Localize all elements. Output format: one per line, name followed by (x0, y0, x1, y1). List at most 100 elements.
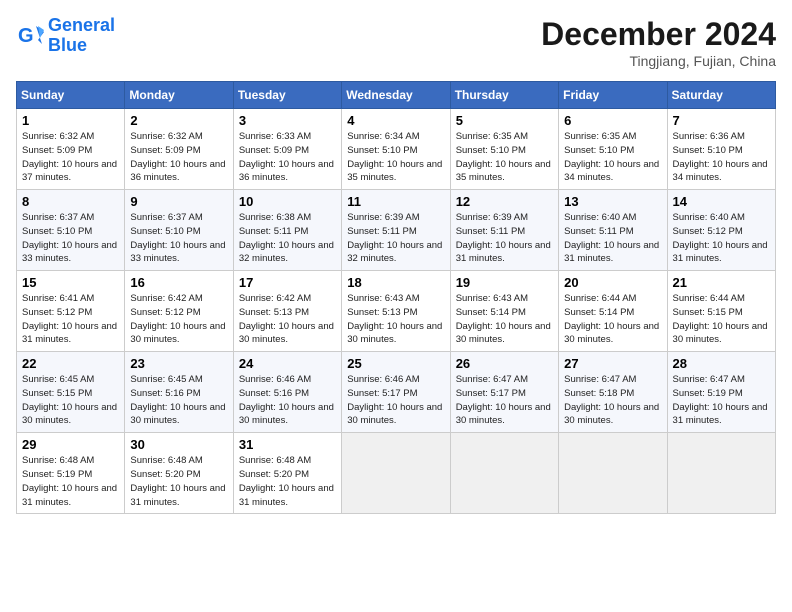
day-number: 21 (673, 275, 770, 290)
day-number: 26 (456, 356, 553, 371)
title-block: December 2024 Tingjiang, Fujian, China (541, 16, 776, 69)
day-number: 30 (130, 437, 227, 452)
day-info: Sunrise: 6:46 AMSunset: 5:16 PMDaylight:… (239, 373, 336, 428)
weekday-header: Saturday (667, 82, 775, 109)
day-info: Sunrise: 6:32 AMSunset: 5:09 PMDaylight:… (22, 130, 119, 185)
logo-line1: General (48, 15, 115, 35)
day-number: 9 (130, 194, 227, 209)
weekday-header: Sunday (17, 82, 125, 109)
calendar-day-cell: 13 Sunrise: 6:40 AMSunset: 5:11 PMDaylig… (559, 190, 667, 271)
day-info: Sunrise: 6:40 AMSunset: 5:12 PMDaylight:… (673, 211, 770, 266)
calendar-day-cell: 29 Sunrise: 6:48 AMSunset: 5:19 PMDaylig… (17, 433, 125, 514)
calendar-day-cell: 20 Sunrise: 6:44 AMSunset: 5:14 PMDaylig… (559, 271, 667, 352)
day-number: 1 (22, 113, 119, 128)
calendar-day-cell: 14 Sunrise: 6:40 AMSunset: 5:12 PMDaylig… (667, 190, 775, 271)
calendar-day-cell: 4 Sunrise: 6:34 AMSunset: 5:10 PMDayligh… (342, 109, 450, 190)
day-number: 16 (130, 275, 227, 290)
location-title: Tingjiang, Fujian, China (541, 53, 776, 69)
day-info: Sunrise: 6:38 AMSunset: 5:11 PMDaylight:… (239, 211, 336, 266)
calendar-day-cell: 26 Sunrise: 6:47 AMSunset: 5:17 PMDaylig… (450, 352, 558, 433)
day-info: Sunrise: 6:48 AMSunset: 5:20 PMDaylight:… (239, 454, 336, 509)
calendar-day-cell: 28 Sunrise: 6:47 AMSunset: 5:19 PMDaylig… (667, 352, 775, 433)
day-number: 12 (456, 194, 553, 209)
day-number: 10 (239, 194, 336, 209)
day-number: 29 (22, 437, 119, 452)
day-info: Sunrise: 6:47 AMSunset: 5:18 PMDaylight:… (564, 373, 661, 428)
day-number: 17 (239, 275, 336, 290)
logo-icon: G (16, 22, 44, 50)
calendar-table: SundayMondayTuesdayWednesdayThursdayFrid… (16, 81, 776, 514)
day-number: 23 (130, 356, 227, 371)
day-info: Sunrise: 6:32 AMSunset: 5:09 PMDaylight:… (130, 130, 227, 185)
day-info: Sunrise: 6:37 AMSunset: 5:10 PMDaylight:… (130, 211, 227, 266)
day-info: Sunrise: 6:45 AMSunset: 5:15 PMDaylight:… (22, 373, 119, 428)
day-info: Sunrise: 6:36 AMSunset: 5:10 PMDaylight:… (673, 130, 770, 185)
calendar-day-cell: 2 Sunrise: 6:32 AMSunset: 5:09 PMDayligh… (125, 109, 233, 190)
day-info: Sunrise: 6:47 AMSunset: 5:19 PMDaylight:… (673, 373, 770, 428)
day-number: 2 (130, 113, 227, 128)
day-number: 28 (673, 356, 770, 371)
calendar-day-cell: 27 Sunrise: 6:47 AMSunset: 5:18 PMDaylig… (559, 352, 667, 433)
weekday-header: Tuesday (233, 82, 341, 109)
calendar-day-cell: 22 Sunrise: 6:45 AMSunset: 5:15 PMDaylig… (17, 352, 125, 433)
day-info: Sunrise: 6:43 AMSunset: 5:13 PMDaylight:… (347, 292, 444, 347)
calendar-day-cell: 9 Sunrise: 6:37 AMSunset: 5:10 PMDayligh… (125, 190, 233, 271)
day-number: 5 (456, 113, 553, 128)
calendar-day-cell: 3 Sunrise: 6:33 AMSunset: 5:09 PMDayligh… (233, 109, 341, 190)
month-title: December 2024 (541, 16, 776, 53)
weekday-header: Monday (125, 82, 233, 109)
day-number: 6 (564, 113, 661, 128)
logo-text: General Blue (48, 16, 115, 56)
day-number: 7 (673, 113, 770, 128)
calendar-day-cell: 12 Sunrise: 6:39 AMSunset: 5:11 PMDaylig… (450, 190, 558, 271)
day-number: 11 (347, 194, 444, 209)
day-number: 25 (347, 356, 444, 371)
day-number: 20 (564, 275, 661, 290)
logo-line2: Blue (48, 35, 87, 55)
page-header: G General Blue December 2024 Tingjiang, … (16, 16, 776, 69)
day-info: Sunrise: 6:44 AMSunset: 5:15 PMDaylight:… (673, 292, 770, 347)
day-number: 18 (347, 275, 444, 290)
day-info: Sunrise: 6:35 AMSunset: 5:10 PMDaylight:… (564, 130, 661, 185)
day-info: Sunrise: 6:39 AMSunset: 5:11 PMDaylight:… (456, 211, 553, 266)
calendar-day-cell: 16 Sunrise: 6:42 AMSunset: 5:12 PMDaylig… (125, 271, 233, 352)
calendar-week-row: 22 Sunrise: 6:45 AMSunset: 5:15 PMDaylig… (17, 352, 776, 433)
calendar-header-row: SundayMondayTuesdayWednesdayThursdayFrid… (17, 82, 776, 109)
day-number: 27 (564, 356, 661, 371)
calendar-day-cell: 19 Sunrise: 6:43 AMSunset: 5:14 PMDaylig… (450, 271, 558, 352)
day-number: 24 (239, 356, 336, 371)
day-number: 15 (22, 275, 119, 290)
svg-text:G: G (18, 25, 34, 47)
calendar-day-cell: 6 Sunrise: 6:35 AMSunset: 5:10 PMDayligh… (559, 109, 667, 190)
day-info: Sunrise: 6:34 AMSunset: 5:10 PMDaylight:… (347, 130, 444, 185)
day-info: Sunrise: 6:45 AMSunset: 5:16 PMDaylight:… (130, 373, 227, 428)
day-info: Sunrise: 6:39 AMSunset: 5:11 PMDaylight:… (347, 211, 444, 266)
calendar-body: 1 Sunrise: 6:32 AMSunset: 5:09 PMDayligh… (17, 109, 776, 514)
calendar-day-cell (450, 433, 558, 514)
calendar-day-cell: 15 Sunrise: 6:41 AMSunset: 5:12 PMDaylig… (17, 271, 125, 352)
day-info: Sunrise: 6:48 AMSunset: 5:20 PMDaylight:… (130, 454, 227, 509)
day-info: Sunrise: 6:46 AMSunset: 5:17 PMDaylight:… (347, 373, 444, 428)
day-number: 3 (239, 113, 336, 128)
calendar-day-cell: 21 Sunrise: 6:44 AMSunset: 5:15 PMDaylig… (667, 271, 775, 352)
calendar-day-cell: 30 Sunrise: 6:48 AMSunset: 5:20 PMDaylig… (125, 433, 233, 514)
day-info: Sunrise: 6:33 AMSunset: 5:09 PMDaylight:… (239, 130, 336, 185)
calendar-day-cell: 8 Sunrise: 6:37 AMSunset: 5:10 PMDayligh… (17, 190, 125, 271)
weekday-header: Wednesday (342, 82, 450, 109)
day-info: Sunrise: 6:43 AMSunset: 5:14 PMDaylight:… (456, 292, 553, 347)
calendar-day-cell (667, 433, 775, 514)
day-number: 4 (347, 113, 444, 128)
day-info: Sunrise: 6:41 AMSunset: 5:12 PMDaylight:… (22, 292, 119, 347)
weekday-header: Friday (559, 82, 667, 109)
logo: G General Blue (16, 16, 115, 56)
calendar-day-cell: 17 Sunrise: 6:42 AMSunset: 5:13 PMDaylig… (233, 271, 341, 352)
day-number: 14 (673, 194, 770, 209)
calendar-week-row: 8 Sunrise: 6:37 AMSunset: 5:10 PMDayligh… (17, 190, 776, 271)
calendar-day-cell: 11 Sunrise: 6:39 AMSunset: 5:11 PMDaylig… (342, 190, 450, 271)
day-info: Sunrise: 6:47 AMSunset: 5:17 PMDaylight:… (456, 373, 553, 428)
calendar-week-row: 1 Sunrise: 6:32 AMSunset: 5:09 PMDayligh… (17, 109, 776, 190)
day-info: Sunrise: 6:42 AMSunset: 5:12 PMDaylight:… (130, 292, 227, 347)
day-number: 8 (22, 194, 119, 209)
weekday-header: Thursday (450, 82, 558, 109)
calendar-day-cell: 7 Sunrise: 6:36 AMSunset: 5:10 PMDayligh… (667, 109, 775, 190)
